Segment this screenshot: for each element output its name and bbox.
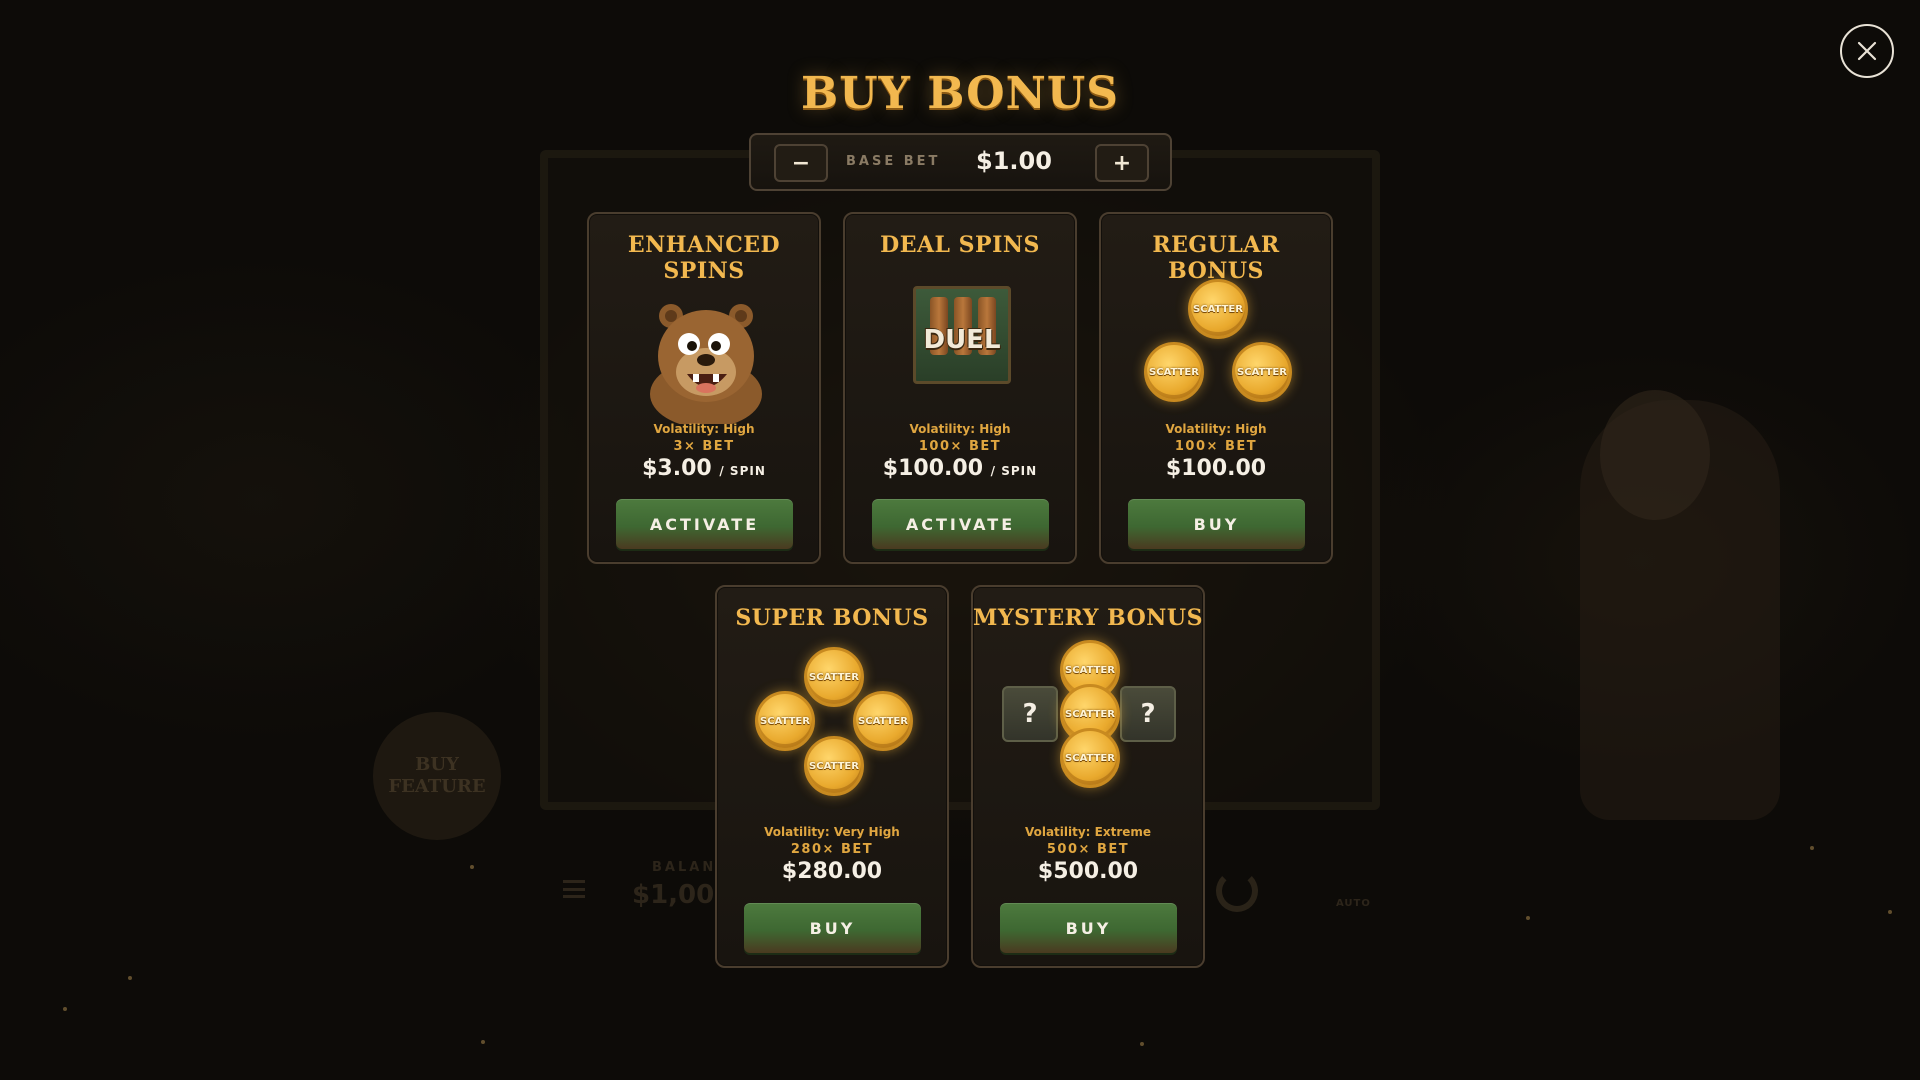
- scatter-label: SCATTER: [760, 715, 810, 727]
- bonus-card-mystery-bonus: MYSTERY BONUS SCATTER ? ? SCATTER SCATTE…: [971, 585, 1205, 968]
- buy-super-bonus-button[interactable]: BUY: [744, 903, 921, 953]
- card-volatility: Volatility: Extreme: [1024, 825, 1152, 839]
- card-multiplier: 100× BET: [1174, 439, 1258, 454]
- price-value: $100.00: [882, 456, 983, 481]
- scatter-coin-icon: SCATTER: [1144, 342, 1204, 402]
- bonus-card-enhanced-spins: ENHANCED SPINS Volatility: High 3× BET $…: [587, 212, 821, 564]
- card-price: $3.00 / SPIN: [589, 456, 819, 481]
- duel-tile: DUEL: [913, 286, 1011, 384]
- scatter-coin-icon: SCATTER: [1232, 342, 1292, 402]
- modal-title: BUY BONUS: [801, 68, 1119, 119]
- buy-feature-button-bg: BUY FEATURE: [373, 712, 501, 840]
- card-multiplier: 100× BET: [918, 439, 1002, 454]
- scatter-label: SCATTER: [809, 760, 859, 772]
- card-multiplier: 280× BET: [790, 842, 874, 857]
- card-price: $100.00 / SPIN: [845, 456, 1075, 481]
- spark: [470, 865, 474, 869]
- scatter-coins-icon: SCATTER SCATTER SCATTER SCATTER: [717, 647, 947, 817]
- card-price: $500.00: [1037, 859, 1139, 884]
- scatter-label: SCATTER: [1237, 366, 1287, 378]
- balance-value: $1,00: [632, 880, 715, 910]
- price-unit: / SPIN: [990, 464, 1038, 478]
- card-multiplier: 500× BET: [1046, 842, 1130, 857]
- price-value: $3.00: [642, 456, 712, 481]
- base-bet-label: BASE BET: [846, 154, 941, 169]
- scatter-coins-icon: SCATTER SCATTER SCATTER: [1101, 274, 1331, 424]
- card-title: DEAL SPINS: [880, 232, 1040, 258]
- scatter-label: SCATTER: [1065, 708, 1115, 720]
- scatter-coins-icon: SCATTER ? ? SCATTER SCATTER: [973, 640, 1203, 817]
- activate-deal-spins-button[interactable]: ACTIVATE: [872, 499, 1049, 549]
- base-bet-value: $1.00: [976, 147, 1052, 175]
- spark: [128, 976, 132, 980]
- scatter-label: SCATTER: [1149, 366, 1199, 378]
- card-volatility: Volatility: Very High: [764, 825, 900, 839]
- bonus-card-super-bonus: SUPER BONUS SCATTER SCATTER SCATTER SCAT…: [715, 585, 949, 968]
- bear-icon: [589, 274, 819, 428]
- buy-regular-bonus-button[interactable]: BUY: [1128, 499, 1305, 549]
- spin-icon: [1216, 870, 1258, 912]
- spark: [481, 1040, 485, 1044]
- card-volatility: Volatility: High: [653, 422, 755, 436]
- scatter-coin-icon: SCATTER: [804, 736, 864, 796]
- mystery-tile: ?: [1002, 686, 1058, 742]
- activate-enhanced-spins-button[interactable]: ACTIVATE: [616, 499, 793, 549]
- increase-bet-button[interactable]: +: [1095, 144, 1149, 182]
- scatter-coin-icon: SCATTER: [755, 691, 815, 751]
- decrease-bet-button[interactable]: −: [774, 144, 828, 182]
- card-volatility: Volatility: High: [909, 422, 1011, 436]
- spark: [1810, 846, 1814, 850]
- scatter-label: SCATTER: [809, 671, 859, 683]
- spark: [1526, 916, 1530, 920]
- card-price: $280.00: [781, 859, 883, 884]
- scatter-coin-icon: SCATTER: [1060, 728, 1120, 788]
- scatter-label: SCATTER: [1193, 303, 1243, 315]
- mystery-tile: ?: [1120, 686, 1176, 742]
- close-icon: [1857, 41, 1877, 61]
- card-title: SUPER BONUS: [735, 605, 929, 631]
- menu-icon: [563, 880, 585, 898]
- scatter-label: SCATTER: [1065, 752, 1115, 764]
- duel-icon: DUEL: [845, 274, 1075, 424]
- buy-mystery-bonus-button[interactable]: BUY: [1000, 903, 1177, 953]
- base-bet-panel: − BASE BET $1.00 +: [749, 133, 1172, 191]
- card-multiplier: 3× BET: [673, 439, 735, 454]
- duel-label: DUEL: [923, 325, 1001, 355]
- scatter-coin-icon: SCATTER: [853, 691, 913, 751]
- scatter-label: SCATTER: [1065, 664, 1115, 676]
- character-head-silhouette: [1600, 390, 1710, 520]
- scatter-coin-icon: SCATTER: [1188, 279, 1248, 339]
- spark: [1888, 910, 1892, 914]
- auto-label: AUTO: [1336, 898, 1371, 909]
- price-unit: / SPIN: [719, 464, 766, 478]
- card-title: MYSTERY BONUS: [973, 605, 1203, 631]
- bonus-card-regular-bonus: REGULAR BONUS SCATTER SCATTER SCATTER Vo…: [1099, 212, 1333, 564]
- scatter-label: SCATTER: [858, 715, 908, 727]
- spark: [1140, 1042, 1144, 1046]
- bonus-card-deal-spins: DEAL SPINS DUEL Volatility: High 100× BE…: [843, 212, 1077, 564]
- scatter-coin-icon: SCATTER: [804, 647, 864, 707]
- card-volatility: Volatility: High: [1165, 422, 1267, 436]
- spark: [63, 1007, 67, 1011]
- card-price: $100.00: [1165, 456, 1267, 481]
